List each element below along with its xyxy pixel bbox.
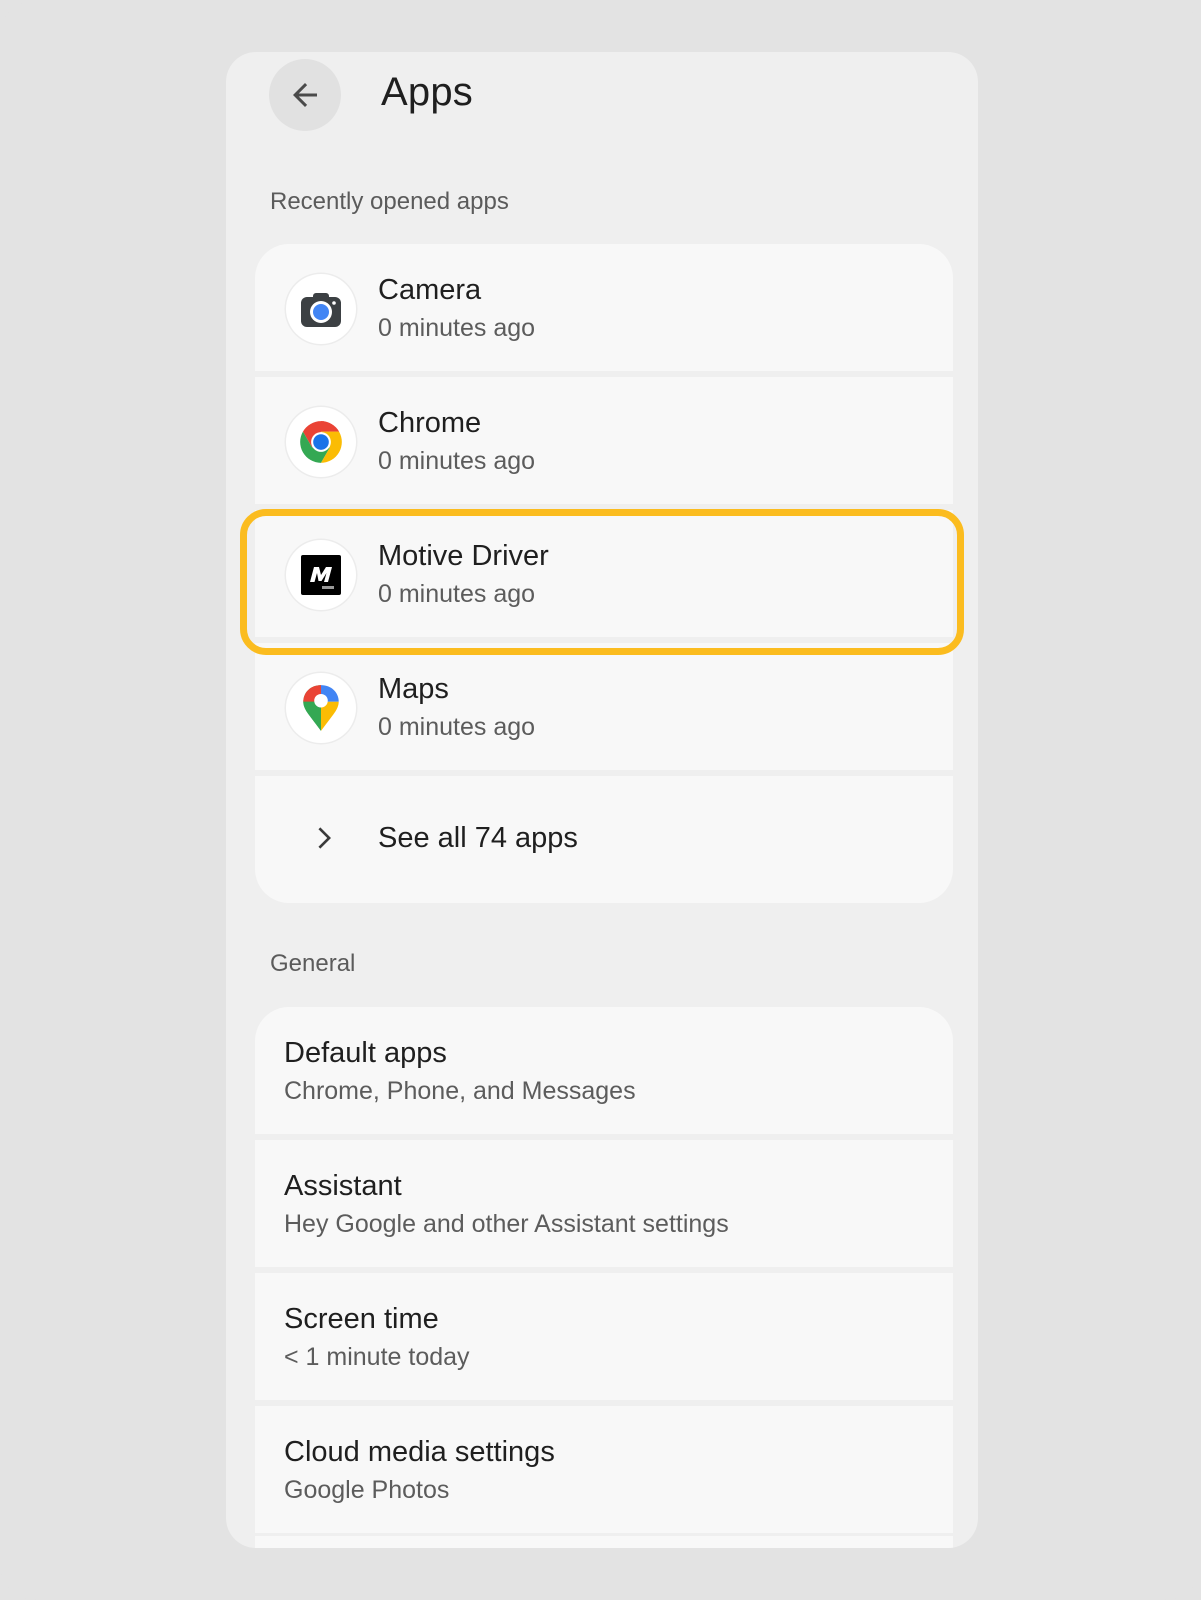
app-name: Chrome	[378, 407, 482, 439]
general-item-screen-time[interactable]: Screen time < 1 minute today	[255, 1273, 953, 1400]
general-item-cloud-media-settings[interactable]: Cloud media settings Google Photos	[255, 1406, 953, 1533]
setting-title: Assistant	[284, 1170, 402, 1202]
general-item-default-apps[interactable]: Default apps Chrome, Phone, and Messages	[255, 1007, 953, 1134]
top-app-bar: Apps	[226, 52, 978, 202]
recent-app-row-camera[interactable]: Camera 0 minutes ago	[255, 244, 953, 371]
section-label-recent: Recently opened apps	[270, 188, 509, 215]
app-last-opened: 0 minutes ago	[378, 314, 536, 342]
setting-subtitle: Google Photos	[284, 1476, 450, 1504]
apps-settings-screen: Apps Recently opened apps Camera 0 minut…	[226, 52, 978, 1548]
see-all-apps-label: See all 74 apps	[378, 822, 578, 854]
app-name: Motive Driver	[378, 540, 549, 572]
app-last-opened: 0 minutes ago	[378, 580, 536, 608]
setting-subtitle: Chrome, Phone, and Messages	[284, 1077, 636, 1105]
recent-app-row-maps[interactable]: Maps 0 minutes ago	[255, 643, 953, 770]
camera-app-icon	[286, 274, 356, 344]
general-item-assistant[interactable]: Assistant Hey Google and other Assistant…	[255, 1140, 953, 1267]
app-last-opened: 0 minutes ago	[378, 447, 536, 475]
motive-driver-app-icon	[286, 540, 356, 610]
arrow-left-icon	[293, 83, 317, 107]
setting-title: Cloud media settings	[284, 1436, 555, 1468]
see-all-apps-button[interactable]: See all 74 apps	[255, 776, 953, 903]
recent-app-row-motive-driver[interactable]: Motive Driver 0 minutes ago	[255, 510, 953, 637]
app-name: Camera	[378, 274, 482, 306]
setting-title: Default apps	[284, 1037, 447, 1069]
chrome-app-icon	[286, 407, 356, 477]
app-name: Maps	[378, 673, 449, 705]
page-title: Apps	[381, 70, 473, 114]
recent-app-row-chrome[interactable]: Chrome 0 minutes ago	[255, 377, 953, 504]
section-label-general: General	[270, 950, 356, 977]
setting-subtitle: < 1 minute today	[284, 1343, 470, 1371]
setting-subtitle: Hey Google and other Assistant settings	[284, 1210, 729, 1238]
back-button[interactable]	[269, 59, 341, 131]
next-list-item-peek	[255, 1536, 953, 1548]
maps-app-icon	[286, 673, 356, 743]
chevron-right-icon	[318, 827, 331, 849]
setting-title: Screen time	[284, 1303, 439, 1335]
app-last-opened: 0 minutes ago	[378, 713, 536, 741]
